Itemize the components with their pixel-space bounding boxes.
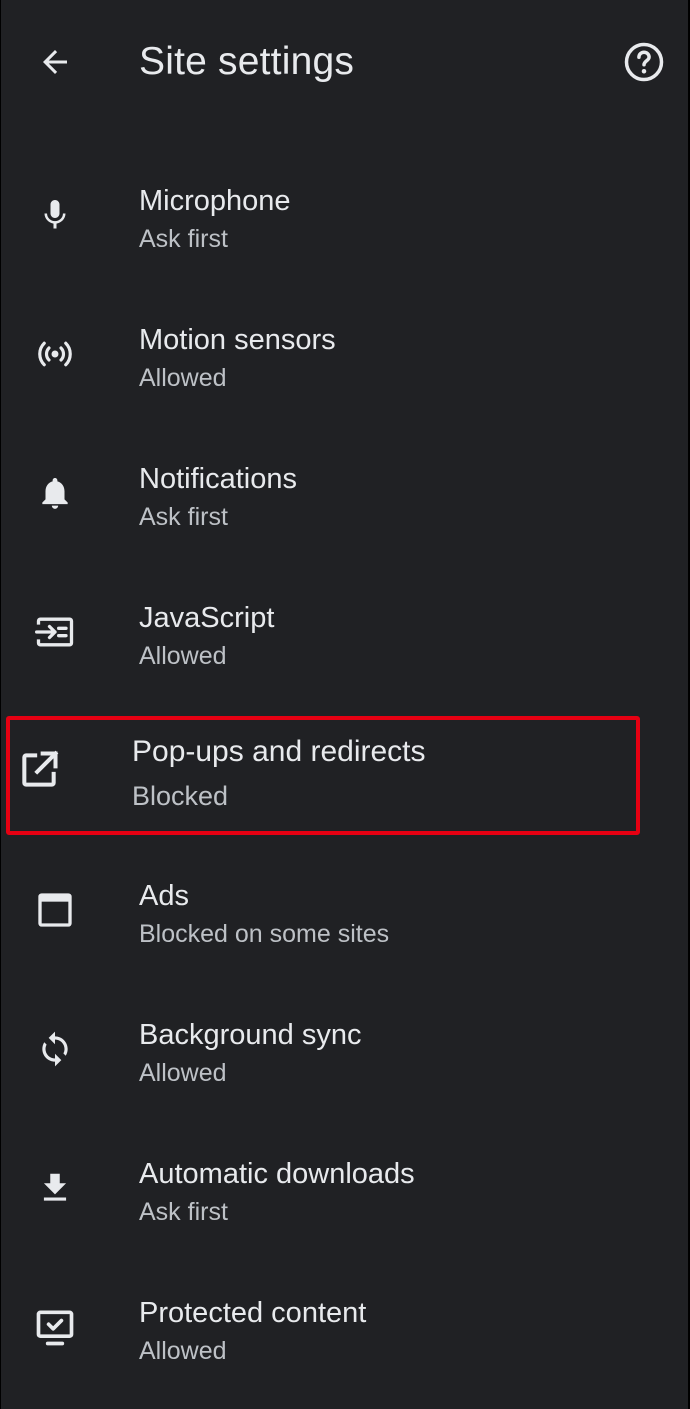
setting-status: Allowed bbox=[139, 364, 227, 392]
setting-status: Ask first bbox=[139, 225, 228, 253]
setting-title: Pop-ups and redirects bbox=[132, 735, 426, 768]
setting-item-javascript[interactable]: JavaScript Allowed bbox=[1, 592, 688, 714]
javascript-icon bbox=[27, 604, 83, 660]
setting-item-protected-content[interactable]: Protected content Allowed bbox=[1, 1287, 688, 1409]
bell-icon bbox=[27, 465, 83, 521]
setting-title: Background sync bbox=[139, 1019, 362, 1051]
help-circle-icon bbox=[623, 41, 665, 83]
setting-status: Ask first bbox=[139, 1198, 228, 1226]
setting-item-microphone[interactable]: Microphone Ask first bbox=[1, 175, 688, 297]
setting-status: Ask first bbox=[139, 503, 228, 531]
open-in-new-icon bbox=[11, 742, 67, 798]
setting-status: Allowed bbox=[139, 642, 227, 670]
sync-icon bbox=[27, 1021, 83, 1077]
top-app-bar: Site settings bbox=[1, 0, 688, 124]
setting-title: Microphone bbox=[139, 185, 291, 217]
setting-status: Allowed bbox=[139, 1059, 227, 1087]
setting-item-background-sync[interactable]: Background sync Allowed bbox=[1, 1009, 688, 1131]
setting-title: Protected content bbox=[139, 1297, 367, 1329]
arrow-left-icon bbox=[37, 44, 73, 80]
setting-title: Ads bbox=[139, 880, 189, 912]
setting-item-notifications[interactable]: Notifications Ask first bbox=[1, 453, 688, 575]
setting-title: Automatic downloads bbox=[139, 1158, 415, 1190]
microphone-icon bbox=[27, 187, 83, 243]
setting-status: Blocked on some sites bbox=[139, 920, 390, 948]
page-title: Site settings bbox=[139, 40, 355, 83]
setting-title: Motion sensors bbox=[139, 324, 336, 356]
help-button[interactable] bbox=[618, 36, 670, 88]
setting-status: Blocked bbox=[132, 781, 229, 811]
site-settings-screen: Site settings Microphone Ask first Motio… bbox=[0, 0, 690, 1409]
protected-content-icon bbox=[27, 1299, 83, 1355]
motion-sensor-icon bbox=[27, 326, 83, 382]
setting-status: Allowed bbox=[139, 1337, 227, 1365]
setting-item-automatic-downloads[interactable]: Automatic downloads Ask first bbox=[1, 1148, 688, 1270]
download-icon bbox=[27, 1160, 83, 1216]
setting-item-popups-and-redirects[interactable]: Pop-ups and redirects Blocked bbox=[1, 728, 688, 850]
back-button[interactable] bbox=[27, 36, 83, 88]
setting-title: JavaScript bbox=[139, 602, 275, 634]
setting-title: Notifications bbox=[139, 463, 297, 495]
setting-item-motion-sensors[interactable]: Motion sensors Allowed bbox=[1, 314, 688, 436]
ads-window-icon bbox=[27, 882, 83, 938]
setting-item-ads[interactable]: Ads Blocked on some sites bbox=[1, 870, 688, 992]
